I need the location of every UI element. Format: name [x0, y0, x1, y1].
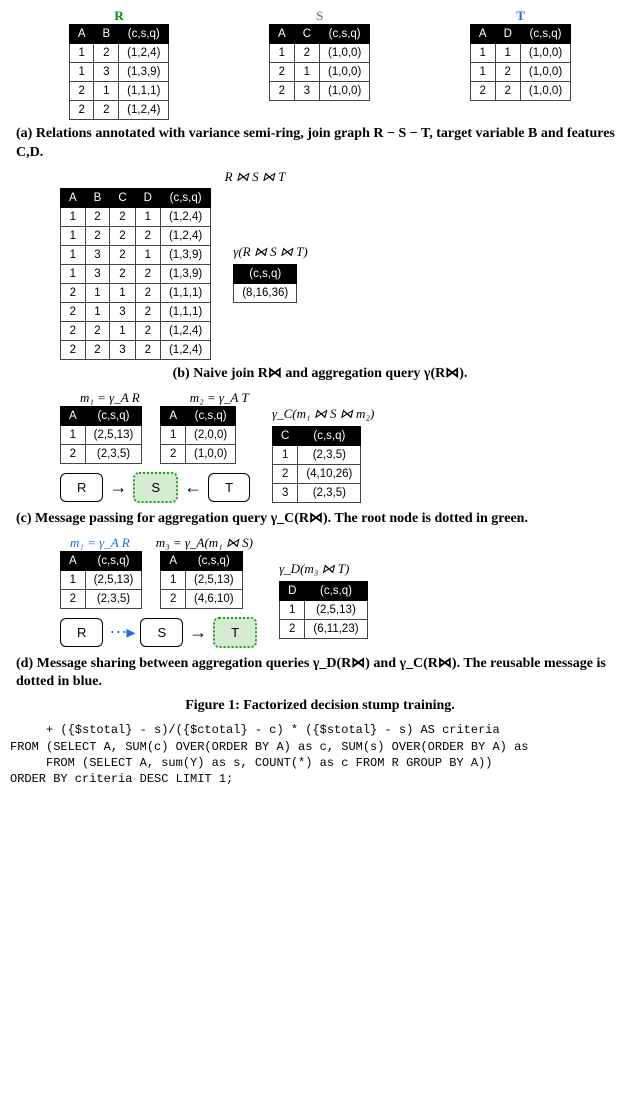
node-S-root: S — [133, 472, 178, 503]
node-T: T — [208, 473, 250, 502]
panel-d-right: γ_D(m₃ ⋈ T) D(c,s,q) 1(2,5,13) 2(6,11,23… — [279, 551, 368, 639]
panel-c-graph: R → S ← T — [60, 472, 250, 503]
code-line: ORDER BY criteria DESC LIMIT 1; — [10, 772, 233, 786]
relation-T-label: T — [516, 8, 525, 24]
node-R: R — [60, 473, 103, 502]
panel-d-graph: R ⋯▸ S → T — [60, 617, 257, 648]
m1-label-d: m₁ = γ_A R — [70, 535, 130, 551]
table-agg: (c,s,q) (8,16,36) — [233, 264, 297, 303]
panel-b: ABCD(c,s,q) 1221(1,2,4) 1222(1,2,4) 1321… — [10, 188, 630, 360]
code-block: + ({$stotal} - s)/({$ctotal} - c) * ({$s… — [10, 722, 630, 787]
panel-d-left: A(c,s,q) 1(2,5,13) 2(2,3,5) A(c,s,q) 1(2… — [60, 551, 257, 650]
relation-T-block: T AD(c,s,q) 11(1,0,0) 12(1,0,0) 22(1,0,0… — [470, 8, 571, 101]
dotted-arrow-icon: ⋯▸ — [109, 623, 134, 641]
figure-caption: Figure 1: Factorized decision stump trai… — [10, 698, 630, 714]
m1-label: m₁ = γ_A R — [80, 390, 140, 406]
m2-label: m₂ = γ_A T — [190, 390, 249, 406]
panel-b-title: R ⋈ S ⋈ T — [10, 169, 630, 185]
panel-c-headers: m₁ = γ_A R m₂ = γ_A T — [10, 390, 630, 406]
table-gammaC: C(c,s,q) 1(2,3,5) 2(4,10,26) 3(2,3,5) — [272, 426, 361, 503]
arrow-icon: ← — [184, 478, 202, 496]
node-T-root: T — [213, 617, 257, 648]
panel-b-agg-block: γ(R ⋈ S ⋈ T) (c,s,q) (8,16,36) — [233, 244, 307, 303]
code-line: + ({$stotal} - s)/({$ctotal} - c) * ({$s… — [10, 723, 500, 737]
code-line: FROM (SELECT A, SUM(c) OVER(ORDER BY A) … — [10, 740, 528, 754]
panel-d-headers: m₁ = γ_A R m₃ = γ_A(m₁ ⋈ S) — [10, 535, 630, 551]
code-line: FROM (SELECT A, sum(Y) as s, COUNT(*) as… — [10, 756, 492, 770]
table-gammaD: D(c,s,q) 1(2,5,13) 2(6,11,23) — [279, 581, 368, 639]
caption-c: (c) Message passing for aggregation quer… — [16, 510, 624, 529]
table-T: AD(c,s,q) 11(1,0,0) 12(1,0,0) 22(1,0,0) — [470, 24, 571, 101]
relation-R-block: R AB(c,s,q) 12(1,2,4) 13(1,3,9) 21(1,1,1… — [69, 8, 170, 120]
table-m3: A(c,s,q) 1(2,5,13) 2(4,6,10) — [160, 551, 242, 609]
table-S: AC(c,s,q) 12(1,0,0) 21(1,0,0) 23(1,0,0) — [269, 24, 370, 101]
table-R: AB(c,s,q) 12(1,2,4) 13(1,3,9) 21(1,1,1) … — [69, 24, 170, 120]
panel-d: A(c,s,q) 1(2,5,13) 2(2,3,5) A(c,s,q) 1(2… — [10, 551, 630, 650]
table-m2-c: A(c,s,q) 1(2,0,0) 2(1,0,0) — [160, 406, 236, 464]
relation-R-label: R — [114, 8, 123, 24]
arrow-icon: → — [189, 623, 207, 641]
gammaC-label: γ_C(m₁ ⋈ S ⋈ m₂) — [272, 406, 374, 422]
caption-a: (a) Relations annotated with variance se… — [16, 125, 624, 163]
m3-label: m₃ = γ_A(m₁ ⋈ S) — [156, 535, 253, 551]
gammaD-label: γ_D(m₃ ⋈ T) — [279, 561, 349, 577]
panel-c: A(c,s,q) 1(2,5,13) 2(2,3,5) A(c,s,q) 1(2… — [10, 406, 630, 505]
node-S-d: S — [140, 618, 183, 647]
relation-S-label: S — [316, 8, 323, 24]
table-join: ABCD(c,s,q) 1221(1,2,4) 1222(1,2,4) 1321… — [60, 188, 211, 360]
panel-a: R AB(c,s,q) 12(1,2,4) 13(1,3,9) 21(1,1,1… — [10, 8, 630, 120]
caption-b: (b) Naive join R⋈ and aggregation query … — [16, 365, 624, 384]
caption-d: (d) Message sharing between aggregation … — [16, 655, 624, 693]
panel-c-left: A(c,s,q) 1(2,5,13) 2(2,3,5) A(c,s,q) 1(2… — [60, 406, 250, 505]
table-m1-d: A(c,s,q) 1(2,5,13) 2(2,3,5) — [60, 551, 142, 609]
node-R-d: R — [60, 618, 103, 647]
panel-c-right: γ_C(m₁ ⋈ S ⋈ m₂) C(c,s,q) 1(2,3,5) 2(4,1… — [272, 406, 374, 503]
arrow-icon: → — [109, 478, 127, 496]
table-m1-c: A(c,s,q) 1(2,5,13) 2(2,3,5) — [60, 406, 142, 464]
agg-label: γ(R ⋈ S ⋈ T) — [233, 244, 307, 260]
relation-S-block: S AC(c,s,q) 12(1,0,0) 21(1,0,0) 23(1,0,0… — [269, 8, 370, 101]
